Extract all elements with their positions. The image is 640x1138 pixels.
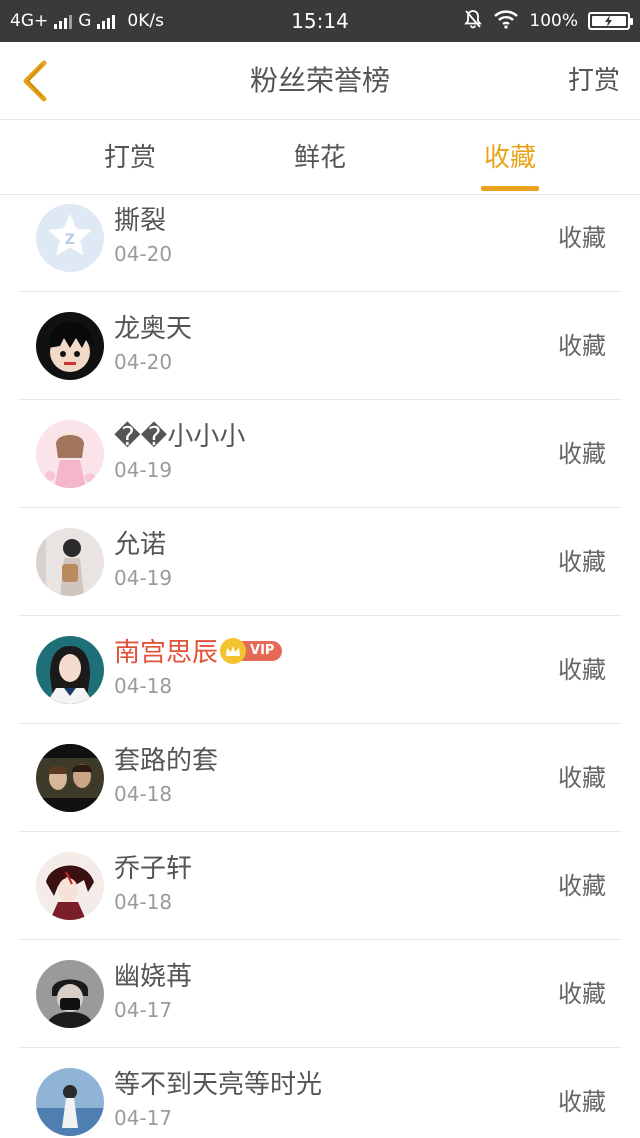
tab-favorites[interactable]: 收藏	[450, 121, 570, 195]
avatar	[36, 744, 104, 812]
user-name: 南宫思辰 VIP	[114, 632, 283, 669]
date: 04-18	[114, 782, 173, 806]
battery-icon	[588, 12, 633, 30]
date: 04-19	[114, 566, 173, 590]
list-item[interactable]: 幽娆苒 04-17 收藏	[18, 940, 622, 1048]
user-name: 撕裂	[114, 206, 167, 236]
user-name: 龙奥天	[114, 314, 193, 344]
action-label: 收藏	[558, 656, 606, 684]
tab-reward[interactable]: 打赏	[70, 121, 190, 195]
list-item[interactable]: 等不到天亮等时光 04-17 收藏	[18, 1048, 622, 1138]
battery-percent: 100%	[529, 11, 578, 31]
active-tab-indicator	[481, 186, 539, 191]
svg-text:Z: Z	[65, 232, 75, 248]
action-label: 收藏	[558, 440, 606, 468]
date: 04-20	[114, 350, 173, 374]
action-label: 收藏	[558, 1088, 606, 1116]
avatar	[36, 636, 104, 704]
action-label: 收藏	[558, 980, 606, 1008]
status-right: 100%	[463, 0, 633, 42]
user-name: 乔子轩	[114, 854, 193, 884]
mute-bell-icon	[463, 9, 483, 34]
fan-list[interactable]: Z 撕裂 04-20 收藏 龙奥天 04-20 收藏 ��小小小 04-19 收…	[0, 196, 640, 1138]
list-item[interactable]: 龙奥天 04-20 收藏	[18, 292, 622, 400]
action-label: 收藏	[558, 764, 606, 792]
avatar	[36, 852, 104, 920]
avatar	[36, 1068, 104, 1136]
list-item[interactable]: 允诺 04-19 收藏	[18, 508, 622, 616]
user-name: 等不到天亮等时光	[114, 1070, 323, 1100]
avatar	[36, 420, 104, 488]
crown-icon	[220, 637, 247, 664]
action-label: 收藏	[558, 332, 606, 360]
nav-bar: 粉丝荣誉榜 打赏	[0, 42, 640, 120]
user-name: 幽娆苒	[114, 962, 193, 992]
list-item[interactable]: ��小小小 04-19 收藏	[18, 400, 622, 508]
action-label: 收藏	[558, 548, 606, 576]
page-title: 粉丝荣誉榜	[249, 64, 390, 97]
tab-favorites-label: 收藏	[483, 143, 536, 173]
action-label: 收藏	[558, 224, 606, 252]
wifi-icon	[493, 9, 519, 34]
date: 04-17	[114, 998, 173, 1022]
date: 04-17	[114, 1106, 173, 1130]
status-bar: 4G+ G 0K/s 15:14 100%	[0, 0, 640, 42]
avatar	[36, 960, 104, 1028]
avatar: Z	[36, 204, 104, 272]
list-item[interactable]: 套路的套 04-18 收藏	[18, 724, 622, 832]
vip-label: VIP	[240, 640, 283, 661]
user-name: 套路的套	[114, 746, 219, 776]
user-name: ��小小小	[114, 422, 246, 452]
date: 04-18	[114, 890, 173, 914]
list-item[interactable]: 乔子轩 04-18 收藏	[18, 832, 622, 940]
list-item[interactable]: Z 撕裂 04-20 收藏	[18, 196, 622, 292]
reward-button[interactable]: 打赏	[568, 42, 620, 120]
date: 04-18	[114, 674, 173, 698]
action-label: 收藏	[558, 872, 606, 900]
avatar	[36, 312, 104, 380]
avatar	[36, 528, 104, 596]
tab-flowers[interactable]: 鲜花	[260, 121, 380, 195]
vip-badge: VIP	[220, 637, 283, 664]
tab-bar: 打赏 鲜花 收藏	[0, 121, 640, 195]
date: 04-19	[114, 458, 173, 482]
date: 04-20	[114, 242, 173, 266]
user-name: 允诺	[114, 530, 167, 560]
list-item[interactable]: 南宫思辰 VIP 04-18 收藏	[18, 616, 622, 724]
